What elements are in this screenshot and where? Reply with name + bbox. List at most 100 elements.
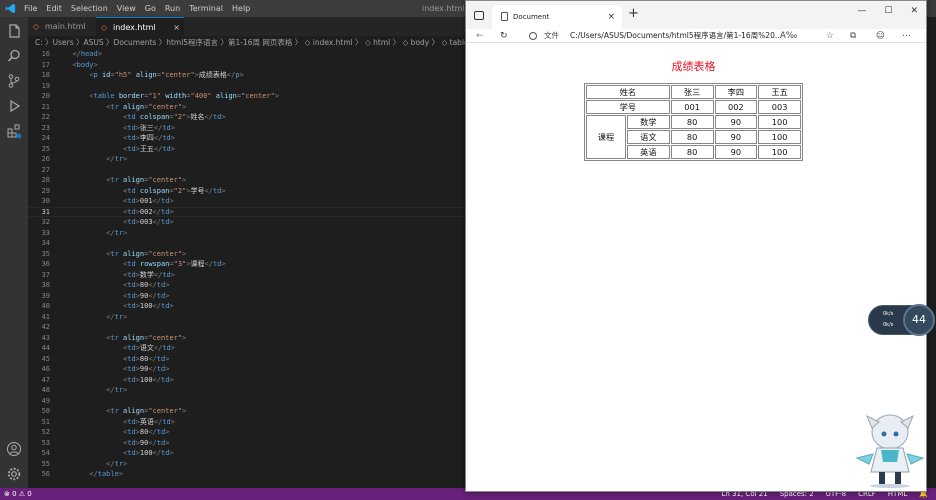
menu-run[interactable]: Run bbox=[165, 0, 180, 17]
extensions-icon[interactable] bbox=[6, 123, 22, 139]
line-number: 34 bbox=[41, 239, 50, 247]
line-number: 21 bbox=[41, 102, 50, 111]
code-line[interactable] bbox=[64, 238, 279, 249]
table-cell: 王五 bbox=[758, 85, 801, 99]
line-number: 20 bbox=[41, 92, 50, 100]
editor-tabs: ◇ main.html ◇ index.html × bbox=[28, 17, 465, 36]
line-number: 40 bbox=[41, 302, 50, 310]
code-line[interactable]: <tr align="center"> bbox=[64, 406, 279, 417]
menu-edit[interactable]: Edit bbox=[46, 0, 62, 17]
line-number: 50 bbox=[41, 407, 50, 415]
line-number: 39 bbox=[41, 291, 50, 300]
code-line[interactable]: <td>80</td> bbox=[64, 427, 279, 438]
back-arrow-icon[interactable]: ← bbox=[476, 29, 484, 43]
code-line[interactable]: <body> bbox=[64, 60, 279, 71]
code-line[interactable]: <td colspan="2">学号</td> bbox=[64, 186, 279, 197]
menu-selection[interactable]: Selection bbox=[71, 0, 108, 17]
code-line[interactable]: <td>100</td> bbox=[64, 375, 279, 386]
close-icon[interactable]: × bbox=[173, 18, 180, 37]
minimize-button[interactable]: — bbox=[857, 6, 866, 16]
code-line[interactable]: <td>003</td> bbox=[64, 217, 279, 228]
code-line[interactable]: <tr align="center"> bbox=[64, 175, 279, 186]
info-icon[interactable] bbox=[529, 32, 537, 40]
menu-go[interactable]: Go bbox=[145, 0, 156, 17]
code-editor[interactable]: 16 17 18 19 20 21 22 23 24 25 26 27 28 29 30 31 32 33 34 35… bbox=[28, 49, 465, 488]
code-line[interactable] bbox=[64, 165, 279, 176]
anime-mascot-icon[interactable] bbox=[853, 410, 928, 488]
breadcrumb[interactable]: C: 〉Users 〉ASUS 〉Documents 〉html5程序语言 〉第… bbox=[28, 36, 465, 49]
code-line[interactable]: <td>英语</td> bbox=[64, 417, 279, 428]
source-control-icon[interactable] bbox=[6, 73, 22, 89]
line-number: 51 bbox=[41, 417, 50, 426]
code-line[interactable]: <td rowspan="3">课程</td> bbox=[64, 259, 279, 270]
problems-status[interactable]: ⊗ 0 ⚠ 0 bbox=[4, 488, 32, 500]
maximize-button[interactable]: ☐ bbox=[884, 6, 892, 16]
line-number: 24 bbox=[41, 134, 50, 142]
table-row: 学号 001 002 003 bbox=[586, 100, 801, 114]
line-number: 18 bbox=[41, 71, 50, 79]
settings-gear-icon[interactable] bbox=[6, 466, 22, 482]
explorer-icon[interactable] bbox=[6, 23, 22, 39]
network-speed-widget[interactable]: 0k/s 0k/s 44 bbox=[868, 304, 935, 336]
account-icon[interactable] bbox=[6, 441, 22, 457]
code-line[interactable]: <td>100</td> bbox=[64, 448, 279, 459]
code-line[interactable]: <td>90</td> bbox=[64, 291, 279, 302]
line-number: 46 bbox=[41, 365, 50, 373]
code-line[interactable]: </table> bbox=[64, 469, 279, 480]
code-line[interactable] bbox=[64, 81, 279, 92]
code-line[interactable]: </tr> bbox=[64, 228, 279, 239]
table-cell: 90 bbox=[714, 115, 758, 129]
code-line[interactable]: </head> bbox=[64, 49, 279, 60]
code-line[interactable]: <tr align="center"> bbox=[64, 333, 279, 344]
code-line[interactable]: <td>100</td> bbox=[64, 301, 279, 312]
code-line[interactable]: <td>90</td> bbox=[64, 438, 279, 449]
favorites-icon[interactable]: ☆ bbox=[826, 29, 834, 43]
tab-actions-icon[interactable] bbox=[474, 11, 484, 20]
collections-icon[interactable]: ⧉ bbox=[850, 29, 856, 43]
code-line[interactable] bbox=[64, 396, 279, 407]
code-line[interactable]: <td>李四</td> bbox=[64, 133, 279, 144]
code-line[interactable]: <td>90</td> bbox=[64, 364, 279, 375]
code-line[interactable]: <tr align="center"> bbox=[64, 102, 279, 113]
run-debug-icon[interactable] bbox=[6, 98, 22, 114]
code-line[interactable]: <p id="h5" align="center">成绩表格</p> bbox=[64, 70, 279, 81]
read-aloud-icon[interactable]: A‰ bbox=[780, 29, 797, 43]
code-line[interactable]: <td>80</td> bbox=[64, 354, 279, 365]
code-line[interactable]: <td colspan="2">姓名</td> bbox=[64, 112, 279, 123]
browser-tab-strip: Document × + — ☐ ✕ bbox=[466, 1, 926, 29]
menu-view[interactable]: View bbox=[117, 0, 136, 17]
tab-index-html[interactable]: ◇ index.html × bbox=[96, 17, 184, 36]
menu-help[interactable]: Help bbox=[232, 0, 250, 17]
document-icon bbox=[501, 12, 508, 21]
line-number: 45 bbox=[41, 354, 50, 363]
code-line[interactable]: <td>80</td> bbox=[64, 280, 279, 291]
menu-file[interactable]: File bbox=[24, 0, 37, 17]
code-line[interactable]: <td>001</td> bbox=[64, 196, 279, 207]
code-line[interactable]: </tr> bbox=[64, 385, 279, 396]
code-line[interactable]: </tr> bbox=[64, 154, 279, 165]
tab-main-html[interactable]: ◇ main.html bbox=[28, 17, 96, 36]
profile-avatar-icon[interactable]: ☺ bbox=[876, 29, 885, 43]
new-tab-button[interactable]: + bbox=[628, 6, 639, 21]
url-field[interactable]: C:/Users/ASUS/Documents/html5程序语言/第1-16周… bbox=[570, 29, 782, 43]
more-menu-icon[interactable]: ⋯ bbox=[902, 29, 911, 43]
code-content[interactable]: </head> <body> <p id="h5" align="center"… bbox=[64, 49, 279, 480]
search-icon[interactable] bbox=[6, 48, 22, 64]
line-number: 31 bbox=[41, 207, 50, 216]
code-line[interactable]: <td>语文</td> bbox=[64, 343, 279, 354]
code-line[interactable]: </tr> bbox=[64, 459, 279, 470]
refresh-icon[interactable]: ↻ bbox=[500, 29, 508, 43]
close-window-button[interactable]: ✕ bbox=[910, 6, 918, 16]
code-line[interactable]: <td>数学</td> bbox=[64, 270, 279, 281]
code-line[interactable]: </tr> bbox=[64, 312, 279, 323]
code-line[interactable]: <table border="1" width="400" align="cen… bbox=[64, 91, 279, 102]
code-line[interactable]: <td>王五</td> bbox=[64, 144, 279, 155]
code-line[interactable]: <td>002</td> bbox=[64, 207, 279, 218]
code-line[interactable]: <tr align="center"> bbox=[64, 249, 279, 260]
menu-terminal[interactable]: Terminal bbox=[189, 0, 223, 17]
close-tab-icon[interactable]: × bbox=[607, 5, 615, 29]
browser-tab-document[interactable]: Document × bbox=[492, 5, 622, 29]
code-line[interactable]: <td>张三</td> bbox=[64, 123, 279, 134]
line-number: 54 bbox=[41, 449, 50, 457]
code-line[interactable] bbox=[64, 322, 279, 333]
